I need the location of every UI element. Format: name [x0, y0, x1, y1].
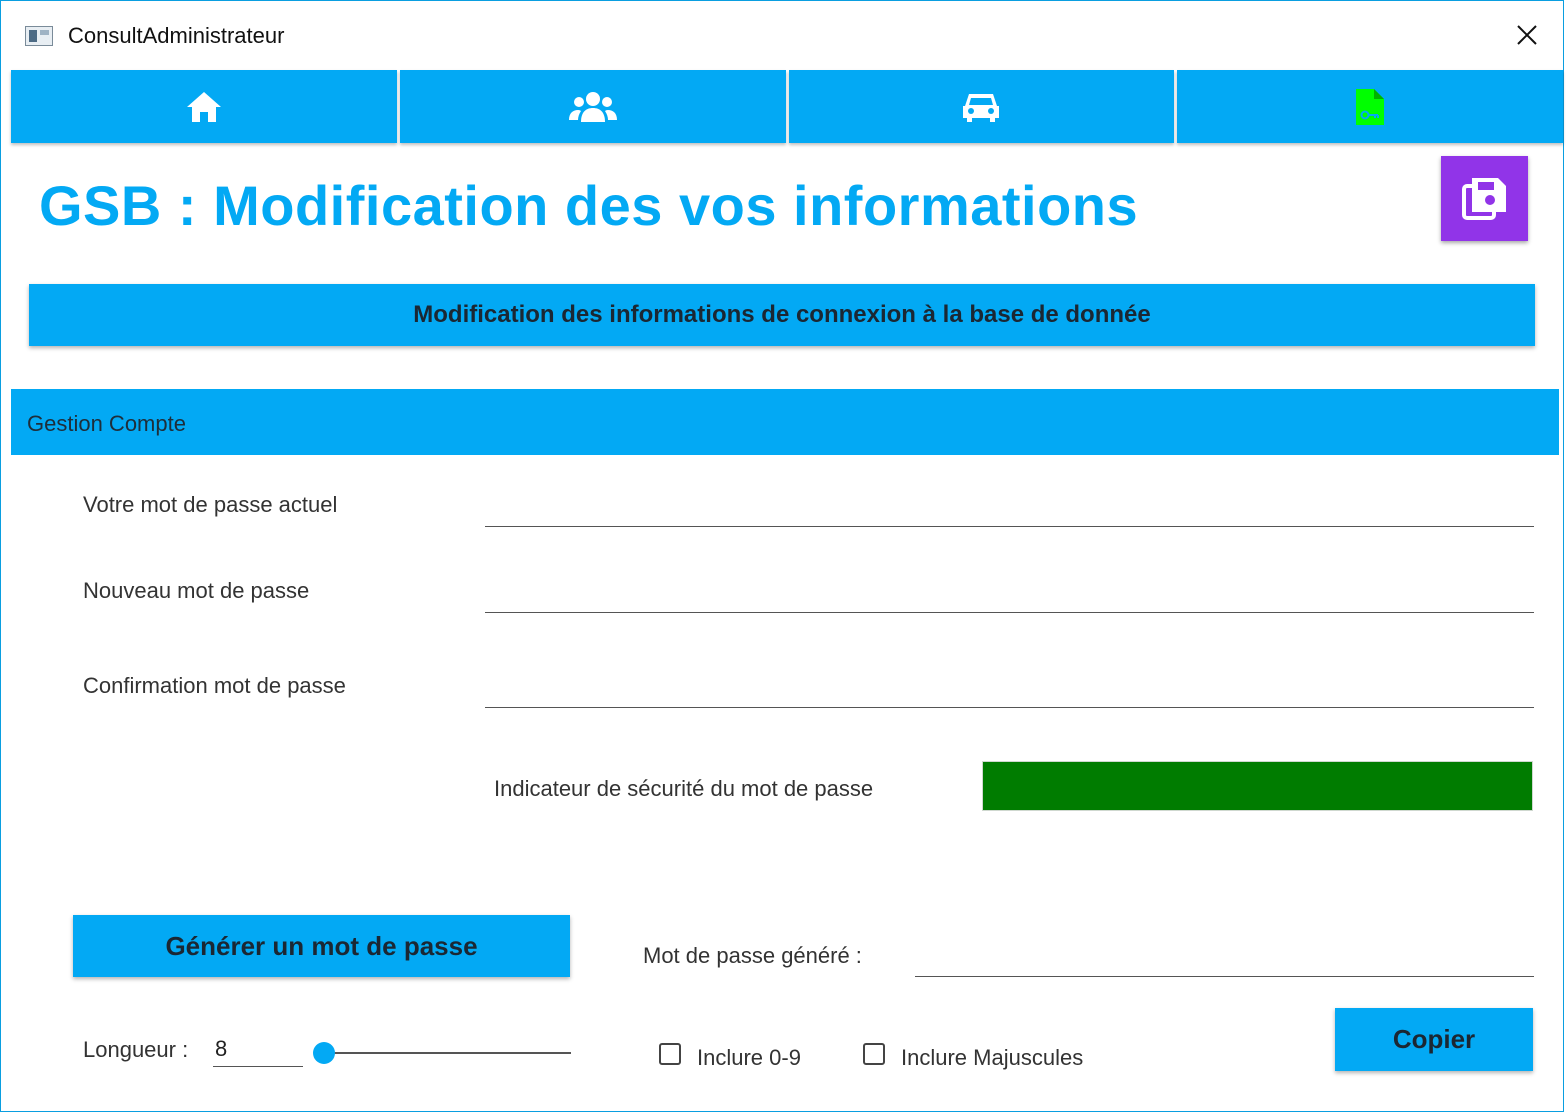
- generated-password-field[interactable]: [915, 943, 1534, 977]
- new-password-label: Nouveau mot de passe: [83, 578, 310, 603]
- tab-account[interactable]: [1177, 70, 1563, 143]
- include-digits-label: Inclure 0-9: [697, 1045, 801, 1070]
- group-header: Gestion Compte: [11, 389, 1559, 455]
- length-slider[interactable]: [313, 1039, 571, 1067]
- length-input[interactable]: [213, 1031, 303, 1067]
- page-title: GSB : Modification des vos informations: [39, 174, 1139, 237]
- generated-password-label: Mot de passe généré :: [643, 943, 862, 968]
- include-digits-checkbox[interactable]: [659, 1043, 681, 1065]
- include-uppercase-checkbox[interactable]: [863, 1043, 885, 1065]
- length-label: Longueur :: [83, 1037, 189, 1062]
- close-button[interactable]: [1505, 13, 1549, 57]
- slider-track: [323, 1052, 571, 1054]
- new-password-input[interactable]: [485, 579, 1534, 613]
- slider-thumb[interactable]: [313, 1042, 335, 1064]
- tab-vehicles[interactable]: [788, 70, 1175, 143]
- generate-password-button[interactable]: Générer un mot de passe: [73, 915, 570, 977]
- include-uppercase-label: Inclure Majuscules: [901, 1045, 1084, 1070]
- confirm-password-label: Confirmation mot de passe: [83, 673, 346, 698]
- app-window-icon: [25, 26, 53, 46]
- close-icon: [1517, 25, 1537, 45]
- file-key-icon: [1356, 88, 1385, 125]
- tab-users[interactable]: [399, 70, 786, 143]
- title-bar: ConsultAdministrateur: [1, 1, 1563, 69]
- window-title: ConsultAdministrateur: [68, 23, 285, 48]
- tab-home[interactable]: [11, 70, 397, 143]
- save-button[interactable]: [1441, 156, 1528, 241]
- copy-button[interactable]: Copier: [1335, 1008, 1533, 1071]
- nav-bar: [11, 70, 1563, 143]
- confirm-password-input[interactable]: [485, 674, 1534, 708]
- users-icon: [568, 91, 617, 122]
- current-password-input[interactable]: [485, 493, 1534, 527]
- password-strength-indicator: [982, 761, 1533, 811]
- current-password-label: Votre mot de passe actuel: [83, 492, 338, 517]
- strength-label: Indicateur de sécurité du mot de passe: [494, 776, 874, 801]
- car-icon: [963, 93, 1000, 122]
- db-connection-button[interactable]: Modification des informations de connexi…: [29, 284, 1535, 346]
- home-icon: [186, 91, 221, 122]
- save-icon: [1461, 177, 1506, 220]
- group-title: Gestion Compte: [27, 411, 186, 436]
- app-window: ConsultAdministrateur GSB: Modification…: [0, 0, 1564, 1112]
